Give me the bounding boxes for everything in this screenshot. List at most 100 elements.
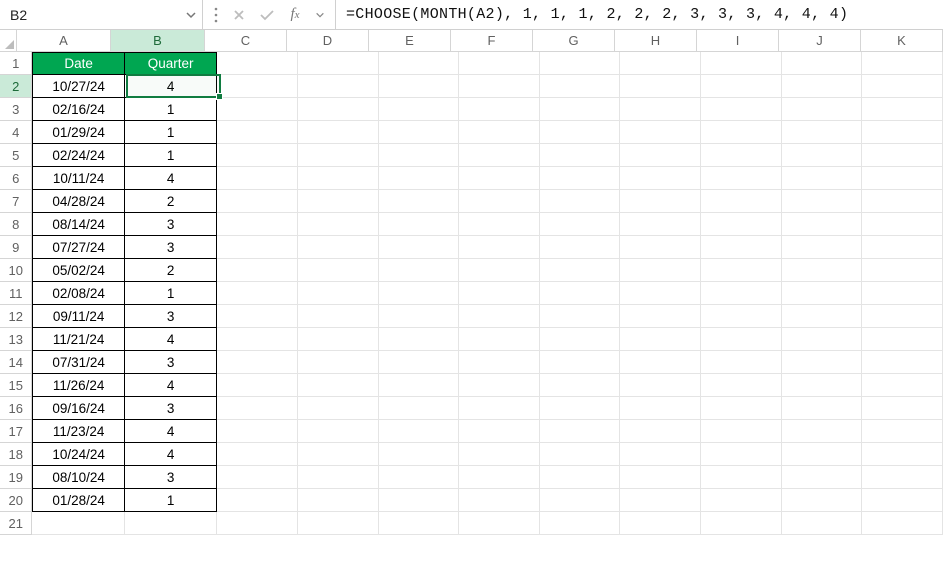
cell-D3[interactable]: [298, 98, 379, 121]
cell-F21[interactable]: [459, 512, 540, 535]
cell-date[interactable]: 02/24/24: [32, 144, 124, 167]
cell-quarter[interactable]: 4: [125, 167, 217, 190]
cell-quarter[interactable]: 1: [125, 489, 217, 512]
cell-H10[interactable]: [620, 259, 701, 282]
cell-K8[interactable]: [862, 213, 943, 236]
row-header-1[interactable]: 1: [0, 52, 32, 75]
cell-K4[interactable]: [862, 121, 943, 144]
cell-E5[interactable]: [379, 144, 460, 167]
cell-G3[interactable]: [540, 98, 621, 121]
cell-D14[interactable]: [298, 351, 379, 374]
cell-date[interactable]: 11/23/24: [32, 420, 124, 443]
cell-quarter[interactable]: 1: [125, 121, 217, 144]
cell-D10[interactable]: [298, 259, 379, 282]
cell-J5[interactable]: [782, 144, 863, 167]
cell-I14[interactable]: [701, 351, 782, 374]
cell-J10[interactable]: [782, 259, 863, 282]
cell-F4[interactable]: [459, 121, 540, 144]
cell-quarter[interactable]: 1: [125, 98, 217, 121]
col-header-A[interactable]: A: [17, 30, 111, 51]
cell-J18[interactable]: [782, 443, 863, 466]
cell-date[interactable]: 09/16/24: [32, 397, 124, 420]
cell-date[interactable]: 05/02/24: [32, 259, 124, 282]
cell-K2[interactable]: [862, 75, 943, 98]
cell-I6[interactable]: [701, 167, 782, 190]
cell-date[interactable]: 09/11/24: [32, 305, 124, 328]
cell-date[interactable]: 08/14/24: [32, 213, 124, 236]
row-header-13[interactable]: 13: [0, 328, 32, 351]
cell-K13[interactable]: [862, 328, 943, 351]
cell-C11[interactable]: [217, 282, 298, 305]
cell-date[interactable]: 02/08/24: [32, 282, 124, 305]
cell-C10[interactable]: [217, 259, 298, 282]
cell-F3[interactable]: [459, 98, 540, 121]
cell-quarter[interactable]: 4: [125, 374, 217, 397]
cell-date[interactable]: 07/27/24: [32, 236, 124, 259]
cell-F6[interactable]: [459, 167, 540, 190]
cell-C4[interactable]: [217, 121, 298, 144]
cell-date[interactable]: 10/27/24: [32, 75, 124, 98]
cell-D2[interactable]: [298, 75, 379, 98]
cell-F2[interactable]: [459, 75, 540, 98]
header-date[interactable]: Date: [32, 52, 124, 75]
cell-G20[interactable]: [540, 489, 621, 512]
cell-G17[interactable]: [540, 420, 621, 443]
cell-C8[interactable]: [217, 213, 298, 236]
cell-quarter[interactable]: 4: [125, 328, 217, 351]
cell-E20[interactable]: [379, 489, 460, 512]
cell-C1[interactable]: [217, 52, 298, 75]
cell-H6[interactable]: [620, 167, 701, 190]
cell-H2[interactable]: [620, 75, 701, 98]
insert-function-button[interactable]: fx: [283, 3, 307, 27]
cell-I10[interactable]: [701, 259, 782, 282]
cell-E9[interactable]: [379, 236, 460, 259]
cell-K18[interactable]: [862, 443, 943, 466]
cell-H13[interactable]: [620, 328, 701, 351]
row-header-14[interactable]: 14: [0, 351, 32, 374]
cell-G4[interactable]: [540, 121, 621, 144]
cell-D7[interactable]: [298, 190, 379, 213]
cell-B21[interactable]: [125, 512, 217, 535]
cell-date[interactable]: 11/26/24: [32, 374, 124, 397]
cell-I20[interactable]: [701, 489, 782, 512]
cell-I17[interactable]: [701, 420, 782, 443]
cell-J17[interactable]: [782, 420, 863, 443]
cell-D20[interactable]: [298, 489, 379, 512]
cell-date[interactable]: 04/28/24: [32, 190, 124, 213]
cell-F12[interactable]: [459, 305, 540, 328]
cell-G16[interactable]: [540, 397, 621, 420]
cell-F18[interactable]: [459, 443, 540, 466]
cell-J13[interactable]: [782, 328, 863, 351]
cell-J12[interactable]: [782, 305, 863, 328]
row-header-12[interactable]: 12: [0, 305, 32, 328]
cell-G2[interactable]: [540, 75, 621, 98]
cell-D13[interactable]: [298, 328, 379, 351]
cell-K15[interactable]: [862, 374, 943, 397]
cell-G5[interactable]: [540, 144, 621, 167]
row-header-10[interactable]: 10: [0, 259, 32, 282]
cell-G10[interactable]: [540, 259, 621, 282]
cell-E19[interactable]: [379, 466, 460, 489]
cell-C5[interactable]: [217, 144, 298, 167]
cell-G12[interactable]: [540, 305, 621, 328]
enter-button[interactable]: [255, 3, 279, 27]
cell-D15[interactable]: [298, 374, 379, 397]
cell-E15[interactable]: [379, 374, 460, 397]
cell-G21[interactable]: [540, 512, 621, 535]
cell-I19[interactable]: [701, 466, 782, 489]
cell-quarter[interactable]: 1: [125, 282, 217, 305]
cell-I11[interactable]: [701, 282, 782, 305]
cell-C6[interactable]: [217, 167, 298, 190]
cell-G19[interactable]: [540, 466, 621, 489]
col-header-B[interactable]: B: [111, 30, 205, 51]
cell-E8[interactable]: [379, 213, 460, 236]
cell-K5[interactable]: [862, 144, 943, 167]
row-header-6[interactable]: 6: [0, 167, 32, 190]
cell-D19[interactable]: [298, 466, 379, 489]
cell-date[interactable]: 08/10/24: [32, 466, 124, 489]
cell-K10[interactable]: [862, 259, 943, 282]
cell-D5[interactable]: [298, 144, 379, 167]
cell-I13[interactable]: [701, 328, 782, 351]
cell-G7[interactable]: [540, 190, 621, 213]
cell-C2[interactable]: [217, 75, 298, 98]
